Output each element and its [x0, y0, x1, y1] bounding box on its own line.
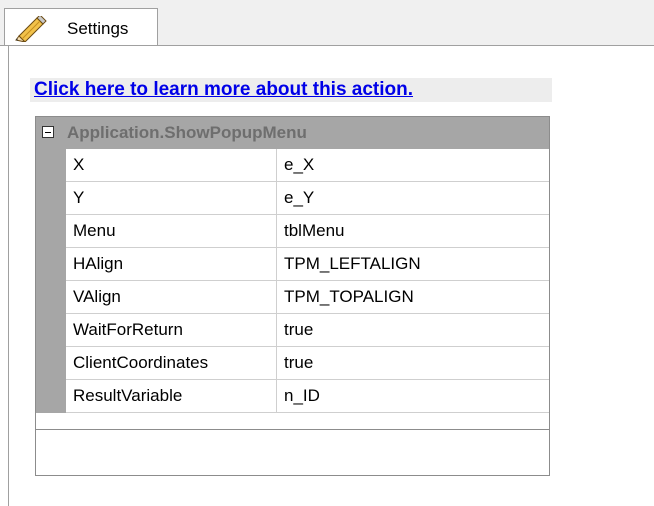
property-row-valign[interactable]: VAlign TPM_TOPALIGN — [66, 281, 549, 314]
property-name: HAlign — [73, 254, 124, 273]
property-row-clientcoordinates[interactable]: ClientCoordinates true — [66, 347, 549, 380]
property-row-y[interactable]: Y e_Y — [66, 182, 549, 215]
property-name: WaitForReturn — [73, 320, 183, 339]
property-name: Menu — [73, 221, 116, 240]
property-row-halign[interactable]: HAlign TPM_LEFTALIGN — [66, 248, 549, 281]
learn-more-link[interactable]: Click here to learn more about this acti… — [34, 79, 413, 101]
tab-strip: Settings — [0, 0, 654, 46]
property-grid-section-header[interactable]: Application.ShowPopupMenu — [36, 117, 549, 149]
column-divider — [276, 380, 277, 413]
column-divider — [276, 281, 277, 314]
tab-settings[interactable]: Settings — [4, 8, 158, 46]
property-value[interactable]: e_Y — [284, 188, 314, 208]
column-divider — [276, 314, 277, 347]
property-grid-description-divider — [36, 429, 549, 430]
property-grid-gutter — [36, 149, 66, 413]
property-value[interactable]: tblMenu — [284, 221, 344, 241]
settings-page: Settings Click here to learn more about … — [0, 0, 654, 506]
property-row-x[interactable]: X e_X — [66, 149, 549, 182]
help-link-container: Click here to learn more about this acti… — [30, 78, 552, 102]
property-row-menu[interactable]: Menu tblMenu — [66, 215, 549, 248]
column-divider — [276, 248, 277, 281]
column-divider — [276, 149, 277, 182]
property-name: ClientCoordinates — [73, 353, 209, 372]
property-name: ResultVariable — [73, 386, 183, 405]
property-value[interactable]: TPM_TOPALIGN — [284, 287, 414, 307]
column-divider — [276, 215, 277, 248]
property-value[interactable]: true — [284, 320, 313, 340]
column-divider — [276, 182, 277, 215]
property-row-resultvariable[interactable]: ResultVariable n_ID — [66, 380, 549, 413]
tab-settings-label: Settings — [67, 19, 129, 38]
property-value[interactable]: true — [284, 353, 313, 373]
section-title: Application.ShowPopupMenu — [67, 123, 307, 142]
property-row-waitforreturn[interactable]: WaitForReturn true — [66, 314, 549, 347]
pencil-icon — [13, 14, 49, 43]
column-divider — [276, 347, 277, 380]
property-value[interactable]: n_ID — [284, 386, 320, 406]
property-value[interactable]: TPM_LEFTALIGN — [284, 254, 421, 274]
property-value[interactable]: e_X — [284, 155, 314, 175]
property-name: VAlign — [73, 287, 121, 306]
collapse-icon[interactable] — [42, 126, 54, 138]
property-name: Y — [73, 188, 85, 207]
property-grid: Application.ShowPopupMenu X e_X Y e_Y Me… — [35, 116, 550, 476]
property-name: X — [73, 155, 85, 174]
